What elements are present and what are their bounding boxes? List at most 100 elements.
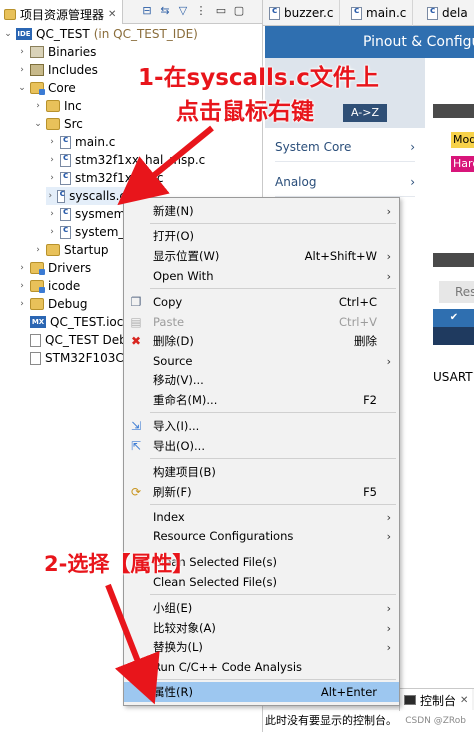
tab-delay[interactable]: dela [421, 0, 474, 26]
chevron-down-icon[interactable]: ⌄ [32, 119, 44, 129]
tree-item-debug[interactable]: › Debug [16, 295, 87, 313]
menu-item-open-with[interactable]: Open With › [124, 266, 399, 286]
chevron-right-icon[interactable]: › [46, 173, 58, 183]
tree-item-label: Startup [64, 243, 109, 257]
maximize-icon[interactable]: ▢ [232, 4, 246, 18]
menu-item-run-code-analysis[interactable]: Run C/C++ Code Analysis [124, 657, 399, 677]
chevron-right-icon[interactable]: › [16, 47, 28, 57]
c-file-icon [60, 153, 71, 167]
chevron-down-icon[interactable]: ⌄ [16, 83, 28, 93]
tree-item-binaries[interactable]: › Binaries [16, 43, 96, 61]
chevron-right-icon: › [410, 174, 415, 189]
tree-item-inc[interactable]: › Inc [32, 97, 82, 115]
tree-item-project[interactable]: ⌄ IDE QC_TEST (in QC_TEST_IDE) [2, 25, 198, 43]
tree-item-core[interactable]: ⌄ Core [16, 79, 76, 97]
tree-item-syscalls[interactable]: › syscalls.c [46, 187, 126, 205]
view-menu-icon[interactable]: ⋮ [194, 4, 208, 18]
tree-item-label: Inc [64, 99, 82, 113]
menu-item-resource-configurations[interactable]: Resource Configurations › [124, 526, 399, 546]
chevron-right-icon[interactable]: › [46, 137, 58, 147]
tree-item-label: main.c [75, 135, 116, 149]
tree-item-icode[interactable]: › icode [16, 277, 80, 295]
tree-item-includes[interactable]: › Includes [16, 61, 98, 79]
category-analog[interactable]: Analog › [275, 167, 415, 197]
tree-item-suffix: (in QC_TEST_IDE) [93, 27, 198, 41]
mode-badge: Mode [451, 132, 474, 148]
menu-item-source[interactable]: Source › [124, 351, 399, 371]
chevron-right-icon[interactable]: › [16, 263, 28, 273]
menu-separator [150, 458, 396, 459]
tree-item-ioc[interactable]: MX QC_TEST.ioc [28, 313, 123, 331]
close-icon[interactable]: ✕ [460, 695, 468, 706]
chevron-right-icon: › [386, 354, 391, 368]
tab-buzzer[interactable]: buzzer.c [263, 0, 341, 26]
chevron-right-icon[interactable]: › [16, 299, 28, 309]
tree-item-label: Includes [48, 63, 98, 77]
chevron-right-icon: › [386, 640, 391, 654]
chevron-right-icon[interactable]: › [32, 245, 44, 255]
c-file-icon [60, 207, 71, 221]
menu-item-label: 显示位置(W) [153, 249, 220, 263]
chevron-right-icon[interactable]: › [46, 209, 58, 219]
tree-item-drivers[interactable]: › Drivers [16, 259, 91, 277]
menu-item-import[interactable]: ⇲ 导入(I)... [124, 416, 399, 436]
menu-item-open[interactable]: 打开(O) [124, 226, 399, 246]
usart-label[interactable]: USART1 [433, 370, 474, 384]
explorer-tab[interactable]: 项目资源管理器 ✕ [0, 0, 124, 24]
close-icon[interactable]: ✕ [108, 9, 116, 20]
menu-item-team[interactable]: 小组(E) › [124, 598, 399, 618]
menu-item-export[interactable]: ⇱ 导出(O)... [124, 436, 399, 456]
tree-item-file[interactable]: › stm32f1xx_it.c [46, 169, 163, 187]
project-explorer-icon [4, 8, 16, 20]
menu-item-replace-with[interactable]: 替换为(L) › [124, 637, 399, 657]
chevron-right-icon[interactable]: › [46, 155, 58, 165]
menu-item-new[interactable]: 新建(N) › [124, 201, 399, 221]
menu-item-show-in[interactable]: 显示位置(W) Alt+Shift+W › [124, 246, 399, 266]
tree-item-file[interactable]: › stm32f1xx_hal_msp.c [46, 151, 205, 169]
chevron-right-icon[interactable]: › [16, 65, 28, 75]
menu-item-label: 导入(I)... [153, 419, 200, 433]
collapse-all-icon[interactable]: ⊟ [140, 4, 154, 18]
minimize-icon[interactable]: ▭ [214, 4, 228, 18]
menu-separator [150, 504, 396, 505]
reset-button[interactable]: Reset [439, 281, 474, 303]
link-editor-icon[interactable]: ⇆ [158, 4, 172, 18]
chevron-right-icon[interactable]: › [46, 191, 55, 201]
chevron-right-icon[interactable]: › [46, 227, 58, 237]
menu-item-paste[interactable]: ▤ Paste Ctrl+V [124, 312, 399, 332]
menu-item-copy[interactable]: ❐ Copy Ctrl+C [124, 292, 399, 312]
c-file-icon [427, 6, 438, 20]
chevron-right-icon[interactable]: › [32, 101, 44, 111]
menu-item-build-project[interactable]: 构建项目(B) [124, 462, 399, 482]
menu-item-rename[interactable]: 重命名(M)... F2 [124, 390, 399, 410]
chevron-down-icon[interactable]: ⌄ [2, 29, 14, 39]
menu-item-delete[interactable]: ✖ 删除(D) 删除 [124, 331, 399, 351]
menu-item-label: Copy [153, 295, 183, 309]
launch-file-icon [30, 333, 41, 347]
category-system-core[interactable]: System Core › [275, 132, 415, 162]
sort-az-button[interactable]: A->Z [343, 104, 387, 122]
tree-item-startup[interactable]: › Startup [32, 241, 109, 259]
tree-item-src[interactable]: ⌄ Src [32, 115, 83, 133]
menu-item-label: 刷新(F) [153, 485, 192, 499]
c-file-icon [56, 189, 65, 203]
menu-item-refresh[interactable]: ⟳ 刷新(F) F5 [124, 482, 399, 502]
import-icon: ⇲ [130, 419, 142, 433]
menu-item-properties[interactable]: 属性(R) Alt+Enter [124, 682, 399, 702]
filter-icon[interactable]: ▽ [176, 4, 190, 18]
tab-main[interactable]: main.c [345, 0, 414, 26]
tree-item-file[interactable]: › main.c [46, 133, 115, 151]
menu-item-label: 替换为(L) [153, 640, 203, 654]
menu-item-index[interactable]: Index › [124, 507, 399, 527]
menu-item-label: Resource Configurations [153, 529, 294, 543]
menu-item-compare-with[interactable]: 比较对象(A) › [124, 618, 399, 638]
menu-item-move[interactable]: 移动(V)... [124, 370, 399, 390]
tree-item-label: Core [48, 81, 76, 95]
menu-separator [150, 223, 396, 224]
c-file-icon [351, 6, 362, 20]
chevron-right-icon[interactable]: › [16, 281, 28, 291]
menu-item-label: 导出(O)... [153, 439, 205, 453]
tab-console[interactable]: 控制台 ✕ [399, 689, 473, 711]
chevron-right-icon: › [410, 139, 415, 154]
tree-item-label: Drivers [48, 261, 92, 275]
